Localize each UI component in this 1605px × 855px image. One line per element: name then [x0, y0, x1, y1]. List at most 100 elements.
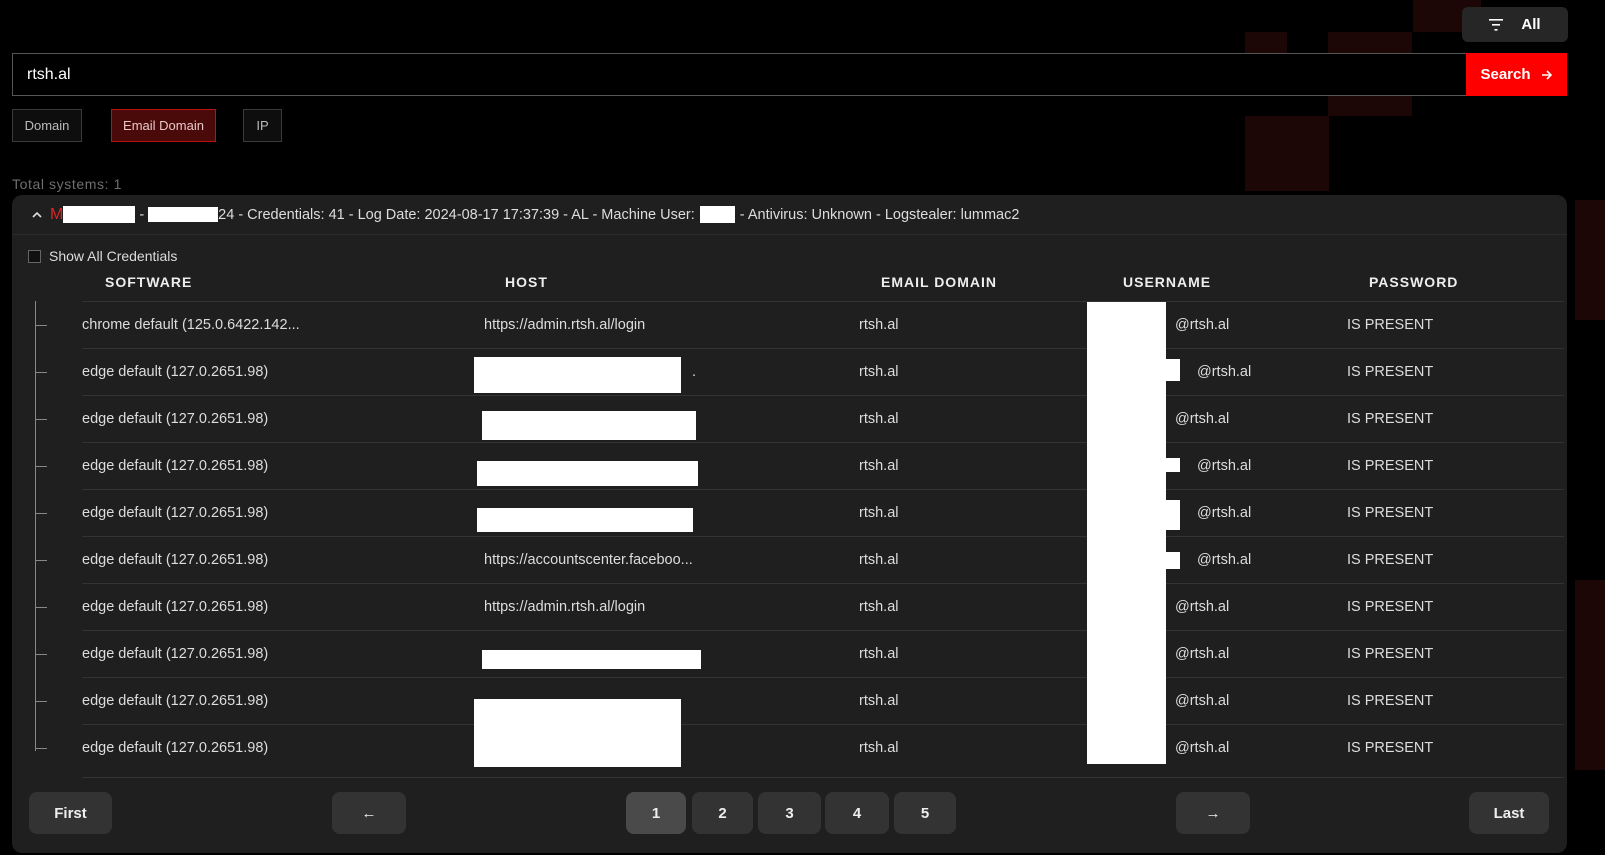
redacted-block: [1162, 359, 1180, 381]
cell-software: edge default (127.0.2651.98): [82, 552, 269, 568]
table-row[interactable]: edge default (127.0.2651.98) rtsh.al @rt…: [35, 442, 1564, 489]
search-type-email-domain[interactable]: Email Domain: [111, 109, 216, 142]
cell-email-domain: rtsh.al: [859, 411, 899, 427]
column-header-software: SOFTWARE: [105, 274, 193, 290]
page-button-5[interactable]: 5: [894, 792, 956, 834]
cell-password: IS PRESENT: [1347, 740, 1434, 756]
redacted-block: [482, 411, 696, 440]
table-row[interactable]: edge default (127.0.2651.98) rtsh.al @rt…: [35, 489, 1564, 536]
table-bottom-border: [82, 777, 1564, 778]
tree-branch: [35, 466, 47, 467]
redacted-block: [1162, 552, 1180, 569]
table-row[interactable]: edge default (127.0.2651.98) rtsh.al @rt…: [35, 395, 1564, 442]
prev-page-button[interactable]: ←: [332, 792, 406, 834]
redacted-block: [477, 461, 698, 486]
page-button-2[interactable]: 2: [692, 792, 753, 834]
system-separator: -: [139, 206, 145, 223]
arrow-right-icon: [1541, 69, 1552, 80]
show-all-label: Show All Credentials: [49, 248, 178, 264]
search-type-ip[interactable]: IP: [243, 109, 282, 142]
table-row[interactable]: edge default (127.0.2651.98) . rtsh.al @…: [35, 348, 1564, 395]
tree-branch: [35, 419, 47, 420]
redacted-block: [1162, 458, 1180, 472]
table-row[interactable]: edge default (127.0.2651.98) rtsh.al @rt…: [35, 630, 1564, 677]
table-row[interactable]: edge default (127.0.2651.98) rtsh.al @rt…: [35, 724, 1564, 771]
cell-username: @rtsh.al: [1175, 693, 1230, 709]
first-page-button[interactable]: First: [29, 792, 112, 834]
column-header-host: HOST: [505, 274, 548, 290]
cell-host: https://accountscenter.faceboo...: [484, 552, 693, 568]
table-row[interactable]: chrome default (125.0.6422.142... https:…: [35, 301, 1564, 348]
filter-label: All: [1521, 16, 1541, 33]
cell-email-domain: rtsh.al: [859, 458, 899, 474]
search-button-label: Search: [1480, 66, 1531, 83]
cell-password: IS PRESENT: [1347, 411, 1434, 427]
show-all-checkbox[interactable]: [28, 249, 41, 263]
tree-branch: [35, 560, 47, 561]
search-type-label: Domain: [24, 118, 70, 133]
cell-software: edge default (127.0.2651.98): [82, 740, 269, 756]
search-bar: Search: [12, 53, 1567, 96]
cell-software: edge default (127.0.2651.98): [82, 411, 269, 427]
search-input[interactable]: [12, 53, 1466, 96]
table-row[interactable]: edge default (127.0.2651.98) https://acc…: [35, 536, 1564, 583]
redacted-block: [148, 207, 219, 222]
tree-branch: [35, 372, 47, 373]
redacted-block: [1162, 500, 1180, 530]
system-header[interactable]: M - 24 - Credentials: 41 - Log Date: 202…: [12, 195, 1567, 235]
filter-button[interactable]: All: [1462, 7, 1568, 42]
total-systems: Total systems: 1: [12, 176, 122, 192]
cell-password: IS PRESENT: [1347, 693, 1434, 709]
cell-software: edge default (127.0.2651.98): [82, 458, 269, 474]
cell-software: edge default (127.0.2651.98): [82, 693, 269, 709]
next-page-button[interactable]: →: [1176, 792, 1250, 834]
tree-branch: [35, 701, 47, 702]
redacted-block: [1087, 302, 1166, 764]
show-all-credentials[interactable]: Show All Credentials: [28, 248, 177, 264]
tree-branch: [35, 513, 47, 514]
table-row[interactable]: edge default (127.0.2651.98) https://adm…: [35, 583, 1564, 630]
redacted-block: [63, 206, 136, 223]
cell-password: IS PRESENT: [1347, 364, 1434, 380]
cell-software: edge default (127.0.2651.98): [82, 505, 269, 521]
cell-username: @rtsh.al: [1197, 505, 1252, 521]
system-details-tail: - Antivirus: Unknown - Logstealer: lumma…: [739, 206, 1020, 223]
cell-username: @rtsh.al: [1175, 317, 1230, 333]
cell-username: @rtsh.al: [1175, 646, 1230, 662]
search-type-label: Email Domain: [123, 118, 204, 133]
cell-email-domain: rtsh.al: [859, 505, 899, 521]
cell-software: edge default (127.0.2651.98): [82, 364, 269, 380]
redacted-block: [474, 357, 681, 393]
background-pixel: [1575, 200, 1605, 320]
cell-software: chrome default (125.0.6422.142...: [82, 317, 300, 333]
cell-password: IS PRESENT: [1347, 552, 1434, 568]
cell-username: @rtsh.al: [1197, 552, 1252, 568]
cell-password: IS PRESENT: [1347, 317, 1434, 333]
cell-password: IS PRESENT: [1347, 505, 1434, 521]
cell-username: @rtsh.al: [1175, 411, 1230, 427]
cell-username: @rtsh.al: [1197, 364, 1252, 380]
cell-host: https://admin.rtsh.al/login: [484, 317, 646, 333]
table-row[interactable]: edge default (127.0.2651.98) rtsh.al @rt…: [35, 677, 1564, 724]
cell-password: IS PRESENT: [1347, 599, 1434, 615]
system-details: - Credentials: 41 - Log Date: 2024-08-17…: [238, 206, 695, 223]
system-id-suffix: 24: [218, 206, 235, 223]
search-type-label: IP: [256, 118, 269, 133]
search-type-domain[interactable]: Domain: [12, 109, 82, 142]
cell-email-domain: rtsh.al: [859, 693, 899, 709]
column-header-password: PASSWORD: [1369, 274, 1459, 290]
filter-icon: [1489, 18, 1504, 31]
tree-branch: [35, 748, 47, 749]
chevron-up-icon[interactable]: [32, 211, 42, 219]
cell-software: edge default (127.0.2651.98): [82, 646, 269, 662]
system-name: M: [50, 205, 64, 223]
last-page-button[interactable]: Last: [1469, 792, 1549, 834]
page-button-4[interactable]: 4: [825, 792, 889, 834]
redacted-block: [474, 699, 681, 767]
column-header-email-domain: EMAIL DOMAIN: [881, 274, 997, 290]
search-button[interactable]: Search: [1466, 53, 1567, 96]
page-button-3[interactable]: 3: [758, 792, 821, 834]
page-button-1[interactable]: 1: [626, 792, 686, 834]
tree-branch: [35, 607, 47, 608]
redacted-block: [699, 206, 735, 223]
